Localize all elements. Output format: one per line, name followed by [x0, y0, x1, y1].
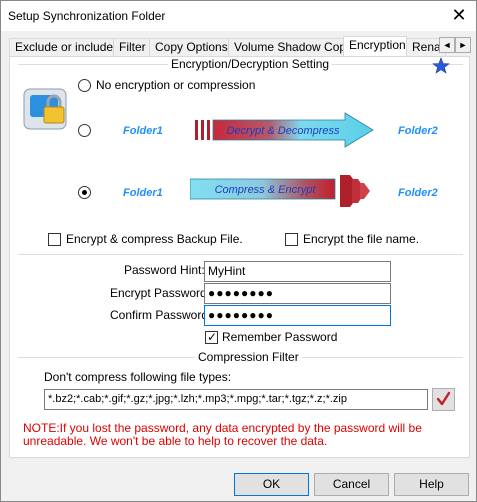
encrypt-password-input[interactable]: ●●●●●●●● [204, 283, 391, 304]
help-button[interactable]: Help [394, 473, 469, 496]
encrypt-backup-checkbox[interactable] [48, 233, 61, 246]
encrypt-filename-label: Encrypt the file name. [303, 232, 420, 246]
confirm-password-label: Confirm Password: [110, 308, 212, 322]
password-hint-input[interactable]: MyHint [204, 261, 391, 282]
ok-button[interactable]: OK [234, 473, 309, 496]
remember-password-label: Remember Password [222, 330, 338, 344]
encrypt-filename-checkbox[interactable] [285, 233, 298, 246]
tab-volume-shadow-copy[interactable]: Volume Shadow Copy [228, 38, 352, 56]
tab-strip: Exclude or include Filter Copy Options V… [9, 36, 470, 56]
encrypt-arrow: Compress & Encrypt [190, 175, 370, 207]
apply-filter-button[interactable] [432, 388, 455, 411]
decrypt-radio[interactable] [78, 124, 91, 137]
password-hint-label: Password Hint: [124, 263, 205, 277]
compress-encrypt-radio[interactable] [78, 186, 91, 199]
close-icon[interactable]: ✕ [446, 3, 472, 27]
encryption-panel: Encryption/Decryption Setting No encrypt… [9, 56, 470, 458]
encryption-group-title: Encryption/Decryption Setting [168, 57, 333, 71]
tab-encryption[interactable]: Encryption [343, 36, 407, 56]
compression-filter-title: Compression Filter [195, 350, 302, 364]
encrypt-from-folder: Folder1 [123, 187, 163, 199]
window-title: Setup Synchronization Folder [8, 9, 166, 23]
file-types-input[interactable]: *.bz2;*.cab;*.gif;*.gz;*.jpg;*.lzh;*.mp3… [44, 389, 428, 410]
tab-filter[interactable]: Filter [113, 38, 150, 56]
warning-note: NOTE:If you lost the password, any data … [23, 421, 422, 448]
encrypt-to-folder: Folder2 [398, 187, 438, 199]
no-encryption-radio[interactable] [78, 79, 91, 92]
encrypt-arrow-label: Compress & Encrypt [215, 184, 317, 196]
tab-scroll-right-icon[interactable]: ► [455, 37, 471, 53]
compression-filter-description: Don't compress following file types: [44, 370, 232, 384]
no-encryption-label: No encryption or compression [96, 78, 256, 92]
decrypt-from-folder: Folder1 [123, 125, 163, 137]
remember-password-checkbox[interactable] [205, 330, 218, 344]
tab-copy-options[interactable]: Copy Options [149, 38, 229, 56]
cancel-button[interactable]: Cancel [314, 473, 389, 496]
tab-scroll-left-icon[interactable]: ◄ [439, 37, 455, 53]
star-icon [432, 57, 450, 74]
dialog-window: Setup Synchronization Folder ✕ Exclude o… [0, 0, 477, 502]
confirm-password-input[interactable]: ●●●●●●●● [204, 305, 391, 326]
checkmark-icon [436, 391, 451, 406]
tab-exclude-or-include[interactable]: Exclude or include [9, 38, 114, 56]
encrypt-password-label: Encrypt Password: [110, 286, 211, 300]
group-divider [18, 254, 463, 255]
decrypt-arrow-label: Decrypt & Decompress [226, 125, 340, 137]
lock-icon [23, 88, 67, 130]
encrypt-backup-label: Encrypt & compress Backup File. [66, 232, 243, 246]
decrypt-to-folder: Folder2 [398, 125, 438, 137]
title-bar: Setup Synchronization Folder ✕ [1, 1, 476, 31]
decrypt-arrow: Decrypt & Decompress [195, 112, 374, 148]
